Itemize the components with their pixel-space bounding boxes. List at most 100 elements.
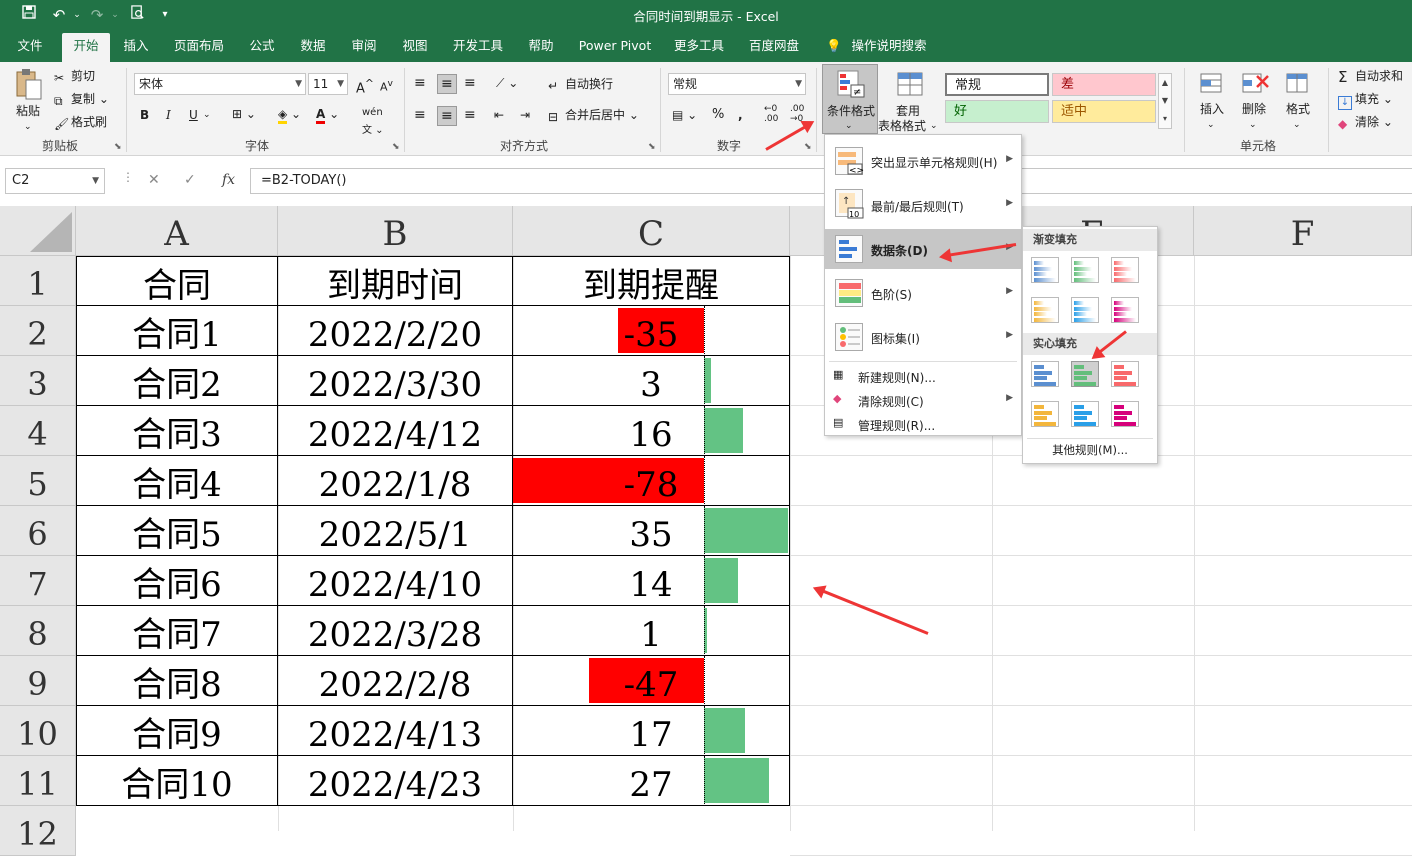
row-header-9[interactable]: 9	[0, 656, 76, 706]
phonetic-icon[interactable]: wén 文 ⌄	[362, 104, 384, 140]
clipboard-launcher-icon[interactable]: ⬊	[114, 138, 122, 156]
row-header-2[interactable]: 2	[0, 306, 76, 356]
days-remaining-cell[interactable]: 3	[513, 356, 790, 406]
align-center-icon[interactable]: ≡	[437, 106, 457, 126]
align-top-icon[interactable]: ≡	[414, 74, 426, 92]
row-header-5[interactable]: 5	[0, 456, 76, 506]
underline-button[interactable]: U	[189, 106, 198, 124]
cut-button[interactable]: ✂ 剪切	[54, 67, 95, 85]
underline-dropdown-icon[interactable]: ⌄	[203, 106, 211, 124]
decrease-font-icon[interactable]: Av	[380, 75, 393, 97]
due-date-cell[interactable]: 2022/3/28	[278, 606, 513, 656]
orientation-icon[interactable]: ⟋ ⌄	[496, 74, 518, 92]
days-remaining-cell[interactable]: 1	[513, 606, 790, 656]
align-bottom-icon[interactable]: ≡	[464, 74, 476, 92]
style-gallery-scroll[interactable]: ▲ ▼ ▾	[1158, 73, 1172, 129]
percent-button[interactable]: %	[712, 106, 724, 124]
copy-button[interactable]: ⧉ 复制 ⌄	[54, 90, 109, 108]
days-remaining-cell[interactable]: -47	[513, 656, 790, 706]
menu-item-new-rule[interactable]: ▦ 新建规则(N)...	[825, 365, 1021, 387]
tab-baidu-netdisk[interactable]: 百度网盘	[742, 36, 806, 62]
align-middle-icon[interactable]: ≡	[437, 74, 457, 94]
row-header-3[interactable]: 3	[0, 356, 76, 406]
tab-view[interactable]: 视图	[395, 36, 435, 62]
row-header-4[interactable]: 4	[0, 406, 76, 456]
gradient-data-bar-option[interactable]	[1071, 257, 1099, 283]
style-good[interactable]: 好	[945, 100, 1049, 123]
due-date-cell[interactable]: 2022/2/8	[278, 656, 513, 706]
font-launcher-icon[interactable]: ⬊	[392, 138, 400, 156]
menu-item-clear-rules[interactable]: ◆ 清除规则(C) ▶	[825, 389, 1021, 411]
gradient-data-bar-option[interactable]	[1071, 297, 1099, 323]
confirm-icon[interactable]: ✓	[184, 172, 196, 188]
tab-file[interactable]: 文件	[10, 36, 50, 62]
more-rules-link[interactable]: 其他规则(M)...	[1023, 442, 1157, 458]
name-box[interactable]: C2 ▼	[5, 168, 105, 194]
increase-font-icon[interactable]: A^	[356, 75, 374, 98]
insert-function-icon[interactable]: fx	[222, 172, 235, 188]
days-remaining-cell[interactable]: 27	[513, 756, 790, 806]
increase-indent-icon[interactable]: ⇥	[520, 106, 530, 124]
contract-name-cell[interactable]: 合同4	[76, 456, 278, 506]
contract-name-cell[interactable]: 合同1	[76, 306, 278, 356]
menu-item-icon-sets[interactable]: 图标集(I) ▶	[825, 317, 1021, 357]
menu-item-top-bottom-rules[interactable]: ↑ 10 最前/最后规则(T) ▶	[825, 185, 1021, 225]
italic-button[interactable]: I	[166, 106, 171, 124]
due-date-cell[interactable]: 2022/4/13	[278, 706, 513, 756]
due-date-cell[interactable]: 2022/4/12	[278, 406, 513, 456]
format-cells-icon[interactable]	[1284, 70, 1312, 103]
drag-handle-icon[interactable]: ⋮	[122, 170, 134, 184]
tab-power-pivot[interactable]: Power Pivot	[572, 36, 658, 62]
days-remaining-cell[interactable]: 14	[513, 556, 790, 606]
border-icon[interactable]: ⊞ ⌄	[232, 105, 256, 123]
row-header-7[interactable]: 7	[0, 556, 76, 606]
conditional-format-button[interactable]: ≠ 条件格式 ⌄	[822, 64, 878, 134]
contract-name-cell[interactable]: 合同6	[76, 556, 278, 606]
wrap-text-button[interactable]: ↵ 自动换行	[548, 75, 613, 93]
row-header-10[interactable]: 10	[0, 706, 76, 756]
autosum-button[interactable]: Σ 自动求和	[1338, 67, 1403, 86]
paste-dropdown-icon[interactable]: ⌄	[24, 118, 32, 136]
tab-formulas[interactable]: 公式	[242, 36, 282, 62]
select-all-corner[interactable]	[0, 206, 76, 256]
align-right-icon[interactable]: ≡	[464, 106, 476, 124]
header-cell-reminder[interactable]: 到期提醒	[513, 256, 790, 306]
cancel-icon[interactable]: ✕	[148, 172, 160, 188]
row-header-1[interactable]: 1	[0, 256, 76, 306]
row-header-12[interactable]: 12	[0, 806, 76, 856]
solid-data-bar-option[interactable]	[1111, 361, 1139, 387]
header-cell-due-date[interactable]: 到期时间	[278, 256, 513, 306]
due-date-cell[interactable]: 2022/4/10	[278, 556, 513, 606]
solid-data-bar-option[interactable]	[1031, 401, 1059, 427]
solid-data-bar-option[interactable]	[1071, 401, 1099, 427]
tab-data[interactable]: 数据	[293, 36, 333, 62]
days-remaining-cell[interactable]: -78	[513, 456, 790, 506]
align-left-icon[interactable]: ≡	[414, 106, 426, 124]
number-format-select[interactable]: 常规 ▼	[668, 73, 806, 95]
insert-cells-icon[interactable]	[1198, 70, 1226, 103]
column-header-c[interactable]: C	[513, 206, 790, 256]
format-as-table-icon[interactable]	[896, 70, 926, 105]
font-name-select[interactable]: 宋体 ▼	[134, 73, 306, 95]
contract-name-cell[interactable]: 合同3	[76, 406, 278, 456]
column-header-f[interactable]: F	[1194, 206, 1412, 256]
tab-page-layout[interactable]: 页面布局	[168, 36, 230, 62]
days-remaining-cell[interactable]: 35	[513, 506, 790, 556]
row-header-11[interactable]: 11	[0, 756, 76, 806]
format-painter-button[interactable]: 🖌 格式刷	[54, 113, 107, 131]
clipboard-icon[interactable]	[14, 68, 46, 104]
gradient-data-bar-option[interactable]	[1111, 297, 1139, 323]
font-size-select[interactable]: 11 ▼	[308, 73, 348, 95]
header-cell-contract[interactable]: 合同	[76, 256, 278, 306]
menu-item-manage-rules[interactable]: ▤ 管理规则(R)...	[825, 413, 1021, 435]
days-remaining-cell[interactable]: -35	[513, 306, 790, 356]
style-normal[interactable]: 常规	[945, 73, 1049, 96]
tab-help[interactable]: 帮助	[521, 36, 561, 62]
delete-cells-icon[interactable]	[1240, 70, 1270, 103]
style-bad[interactable]: 差	[1052, 73, 1156, 96]
tab-insert[interactable]: 插入	[115, 36, 157, 62]
tab-more-tools[interactable]: 更多工具	[667, 36, 731, 62]
clear-button[interactable]: ◆ 清除 ⌄	[1338, 113, 1393, 131]
days-remaining-cell[interactable]: 17	[513, 706, 790, 756]
column-header-a[interactable]: A	[76, 206, 278, 256]
